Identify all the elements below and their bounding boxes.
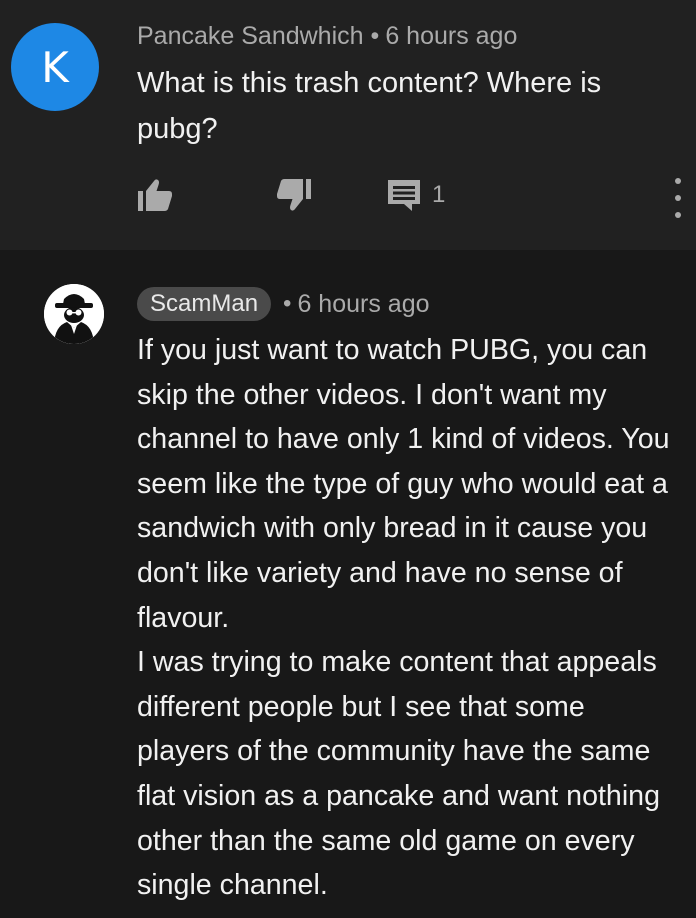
reply-button[interactable]: 1 xyxy=(386,175,445,215)
like-button[interactable] xyxy=(137,175,173,215)
reply-author-chip[interactable]: ScamMan xyxy=(137,287,272,321)
more-options-button[interactable] xyxy=(670,178,686,218)
comment-author[interactable]: Pancake Sandwhich xyxy=(137,22,364,50)
commenter-avatar[interactable]: K xyxy=(11,23,99,111)
reply-paragraph: I was trying to make content that appeal… xyxy=(137,646,660,902)
reply-icon xyxy=(388,180,420,211)
reply-meta: ScamMan • 6 hours ago xyxy=(137,287,430,321)
reply-paragraph: If you just want to watch PUBG, you can … xyxy=(137,334,670,634)
dislike-button[interactable] xyxy=(276,175,312,215)
reply-count: 1 xyxy=(432,181,446,208)
comment-actions: 1 xyxy=(0,175,696,215)
more-vert-icon xyxy=(675,195,681,201)
meta-separator: • xyxy=(370,22,380,50)
more-vert-icon xyxy=(675,178,681,184)
comment-meta: Pancake Sandwhich • 6 hours ago xyxy=(137,22,517,51)
more-vert-icon xyxy=(675,212,681,218)
comment-time: 6 hours ago xyxy=(385,22,518,50)
meta-separator: • xyxy=(283,290,292,317)
reply-text: If you just want to watch PUBG, you can … xyxy=(137,328,677,908)
reply-avatar[interactable] xyxy=(44,284,104,344)
spy-avatar-icon xyxy=(44,284,104,344)
avatar-letter: K xyxy=(41,42,69,92)
thumbs-down-icon xyxy=(277,179,311,211)
thumbs-up-icon xyxy=(138,179,172,211)
comment-text: What is this trash content? Where is pub… xyxy=(137,67,602,145)
reply-time: 6 hours ago xyxy=(297,289,430,318)
